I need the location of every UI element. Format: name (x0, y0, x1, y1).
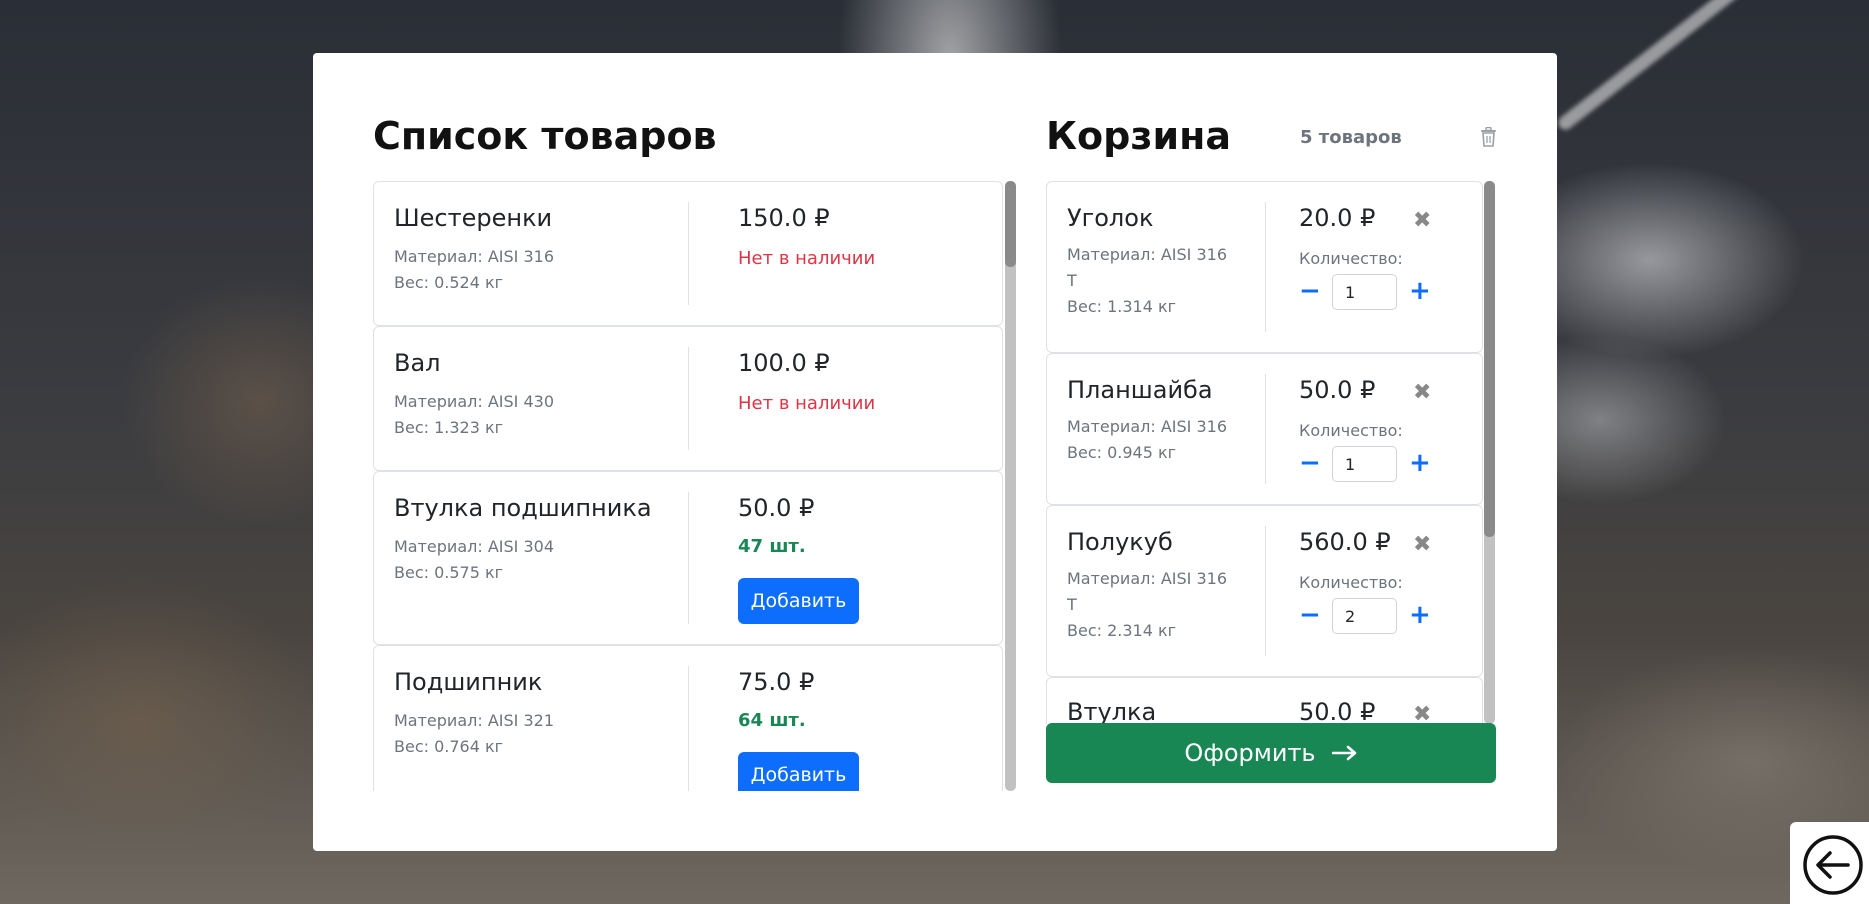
product-weight: Вес: 0.764 кг (394, 737, 504, 756)
cart-item-price: 50.0 ₽ (1299, 376, 1376, 404)
product-material: Материал: AISI 304 (394, 537, 554, 556)
close-icon[interactable]: ✖ (1413, 534, 1431, 556)
trash-icon[interactable] (1480, 126, 1497, 147)
card-divider (688, 347, 689, 450)
checkout-label: Оформить (1184, 739, 1316, 767)
close-icon[interactable]: ✖ (1413, 704, 1431, 725)
product-name: Подшипник (394, 668, 543, 696)
minus-icon[interactable]: − (1299, 278, 1321, 304)
product-price: 75.0 ₽ (738, 668, 815, 696)
cart-item: Втулка 50.0 ₽ ✖ (1046, 677, 1483, 724)
card-divider (1265, 202, 1266, 332)
checkout-button[interactable]: Оформить (1046, 723, 1496, 783)
product-price: 100.0 ₽ (738, 349, 830, 377)
stock-count: 47 шт. (738, 536, 806, 557)
background-light (1555, 0, 1801, 133)
cart-item: Полукуб Материал: AISI 316 T Вес: 2.314 … (1046, 505, 1483, 677)
card-divider (1265, 374, 1266, 484)
cart-list[interactable]: Уголок Материал: AISI 316 T Вес: 1.314 к… (1046, 181, 1496, 724)
cart-item-name: Планшайба (1067, 376, 1213, 404)
add-to-cart-button[interactable]: Добавить (738, 578, 859, 624)
arrow-right-icon (1331, 739, 1358, 767)
cart-item-material: Материал: AISI 316 (1067, 417, 1227, 436)
product-material: Материал: AISI 430 (394, 392, 554, 411)
card-divider (688, 492, 689, 624)
card-divider (688, 666, 689, 791)
cart-title: Корзина (1046, 114, 1231, 158)
stock-count: 64 шт. (738, 710, 806, 731)
quantity-input[interactable] (1332, 446, 1397, 482)
product-weight: Вес: 0.524 кг (394, 273, 504, 292)
catalog-title: Список товаров (373, 114, 717, 158)
cart-item-price: 20.0 ₽ (1299, 204, 1376, 232)
cart-item: Уголок Материал: AISI 316 T Вес: 1.314 к… (1046, 181, 1483, 353)
product-price: 50.0 ₽ (738, 494, 815, 522)
card-divider (688, 202, 689, 305)
cart-item-price: 50.0 ₽ (1299, 698, 1376, 724)
arrow-left-circle-icon (1802, 834, 1864, 900)
catalog-list[interactable]: Шестеренки Материал: AISI 316 Вес: 0.524… (373, 181, 1017, 791)
quantity-label: Количество: (1299, 573, 1403, 592)
catalog-scrollbar[interactable] (1005, 181, 1016, 791)
product-price: 150.0 ₽ (738, 204, 830, 232)
stock-status: Нет в наличии (738, 248, 876, 269)
minus-icon[interactable]: − (1299, 450, 1321, 476)
product-weight: Вес: 1.323 кг (394, 418, 504, 437)
card-divider (1265, 526, 1266, 656)
cart-item-material: Материал: AISI 316 T (1067, 569, 1227, 614)
stock-status: Нет в наличии (738, 393, 876, 414)
product-name: Втулка подшипника (394, 494, 652, 522)
quantity-input[interactable] (1332, 598, 1397, 634)
cart-scrollbar-thumb[interactable] (1484, 181, 1495, 537)
cart-item-count: 5 товаров (1300, 127, 1402, 148)
minus-icon[interactable]: − (1299, 602, 1321, 628)
quantity-input[interactable] (1332, 274, 1397, 310)
catalog-scrollbar-thumb[interactable] (1005, 181, 1016, 267)
quantity-label: Количество: (1299, 421, 1403, 440)
cart-item-weight: Вес: 2.314 кг (1067, 621, 1177, 640)
back-button[interactable] (1790, 822, 1869, 904)
quantity-label: Количество: (1299, 249, 1403, 268)
cart-item-price: 560.0 ₽ (1299, 528, 1391, 556)
add-to-cart-button[interactable]: Добавить (738, 752, 859, 791)
product-material: Материал: AISI 321 (394, 711, 554, 730)
plus-icon[interactable]: + (1409, 278, 1431, 304)
product-weight: Вес: 0.575 кг (394, 563, 504, 582)
product-card: Вал Материал: AISI 430 Вес: 1.323 кг 100… (373, 326, 1003, 471)
plus-icon[interactable]: + (1409, 450, 1431, 476)
product-card: Шестеренки Материал: AISI 316 Вес: 0.524… (373, 181, 1003, 326)
product-card: Подшипник Материал: AISI 321 Вес: 0.764 … (373, 645, 1003, 791)
cart-item: Планшайба Материал: AISI 316 Вес: 0.945 … (1046, 353, 1483, 505)
cart-item-name: Полукуб (1067, 528, 1173, 556)
product-name: Вал (394, 349, 441, 377)
close-icon[interactable]: ✖ (1413, 382, 1431, 404)
plus-icon[interactable]: + (1409, 602, 1431, 628)
close-icon[interactable]: ✖ (1413, 210, 1431, 232)
cart-item-name: Втулка (1067, 698, 1157, 724)
cart-scrollbar[interactable] (1484, 181, 1495, 724)
product-card: Втулка подшипника Материал: AISI 304 Вес… (373, 471, 1003, 645)
cart-item-weight: Вес: 1.314 кг (1067, 297, 1177, 316)
product-material: Материал: AISI 316 (394, 247, 554, 266)
cart-item-material: Материал: AISI 316 T (1067, 245, 1227, 290)
cart-item-weight: Вес: 0.945 кг (1067, 443, 1177, 462)
product-name: Шестеренки (394, 204, 553, 232)
cart-item-name: Уголок (1067, 204, 1154, 232)
